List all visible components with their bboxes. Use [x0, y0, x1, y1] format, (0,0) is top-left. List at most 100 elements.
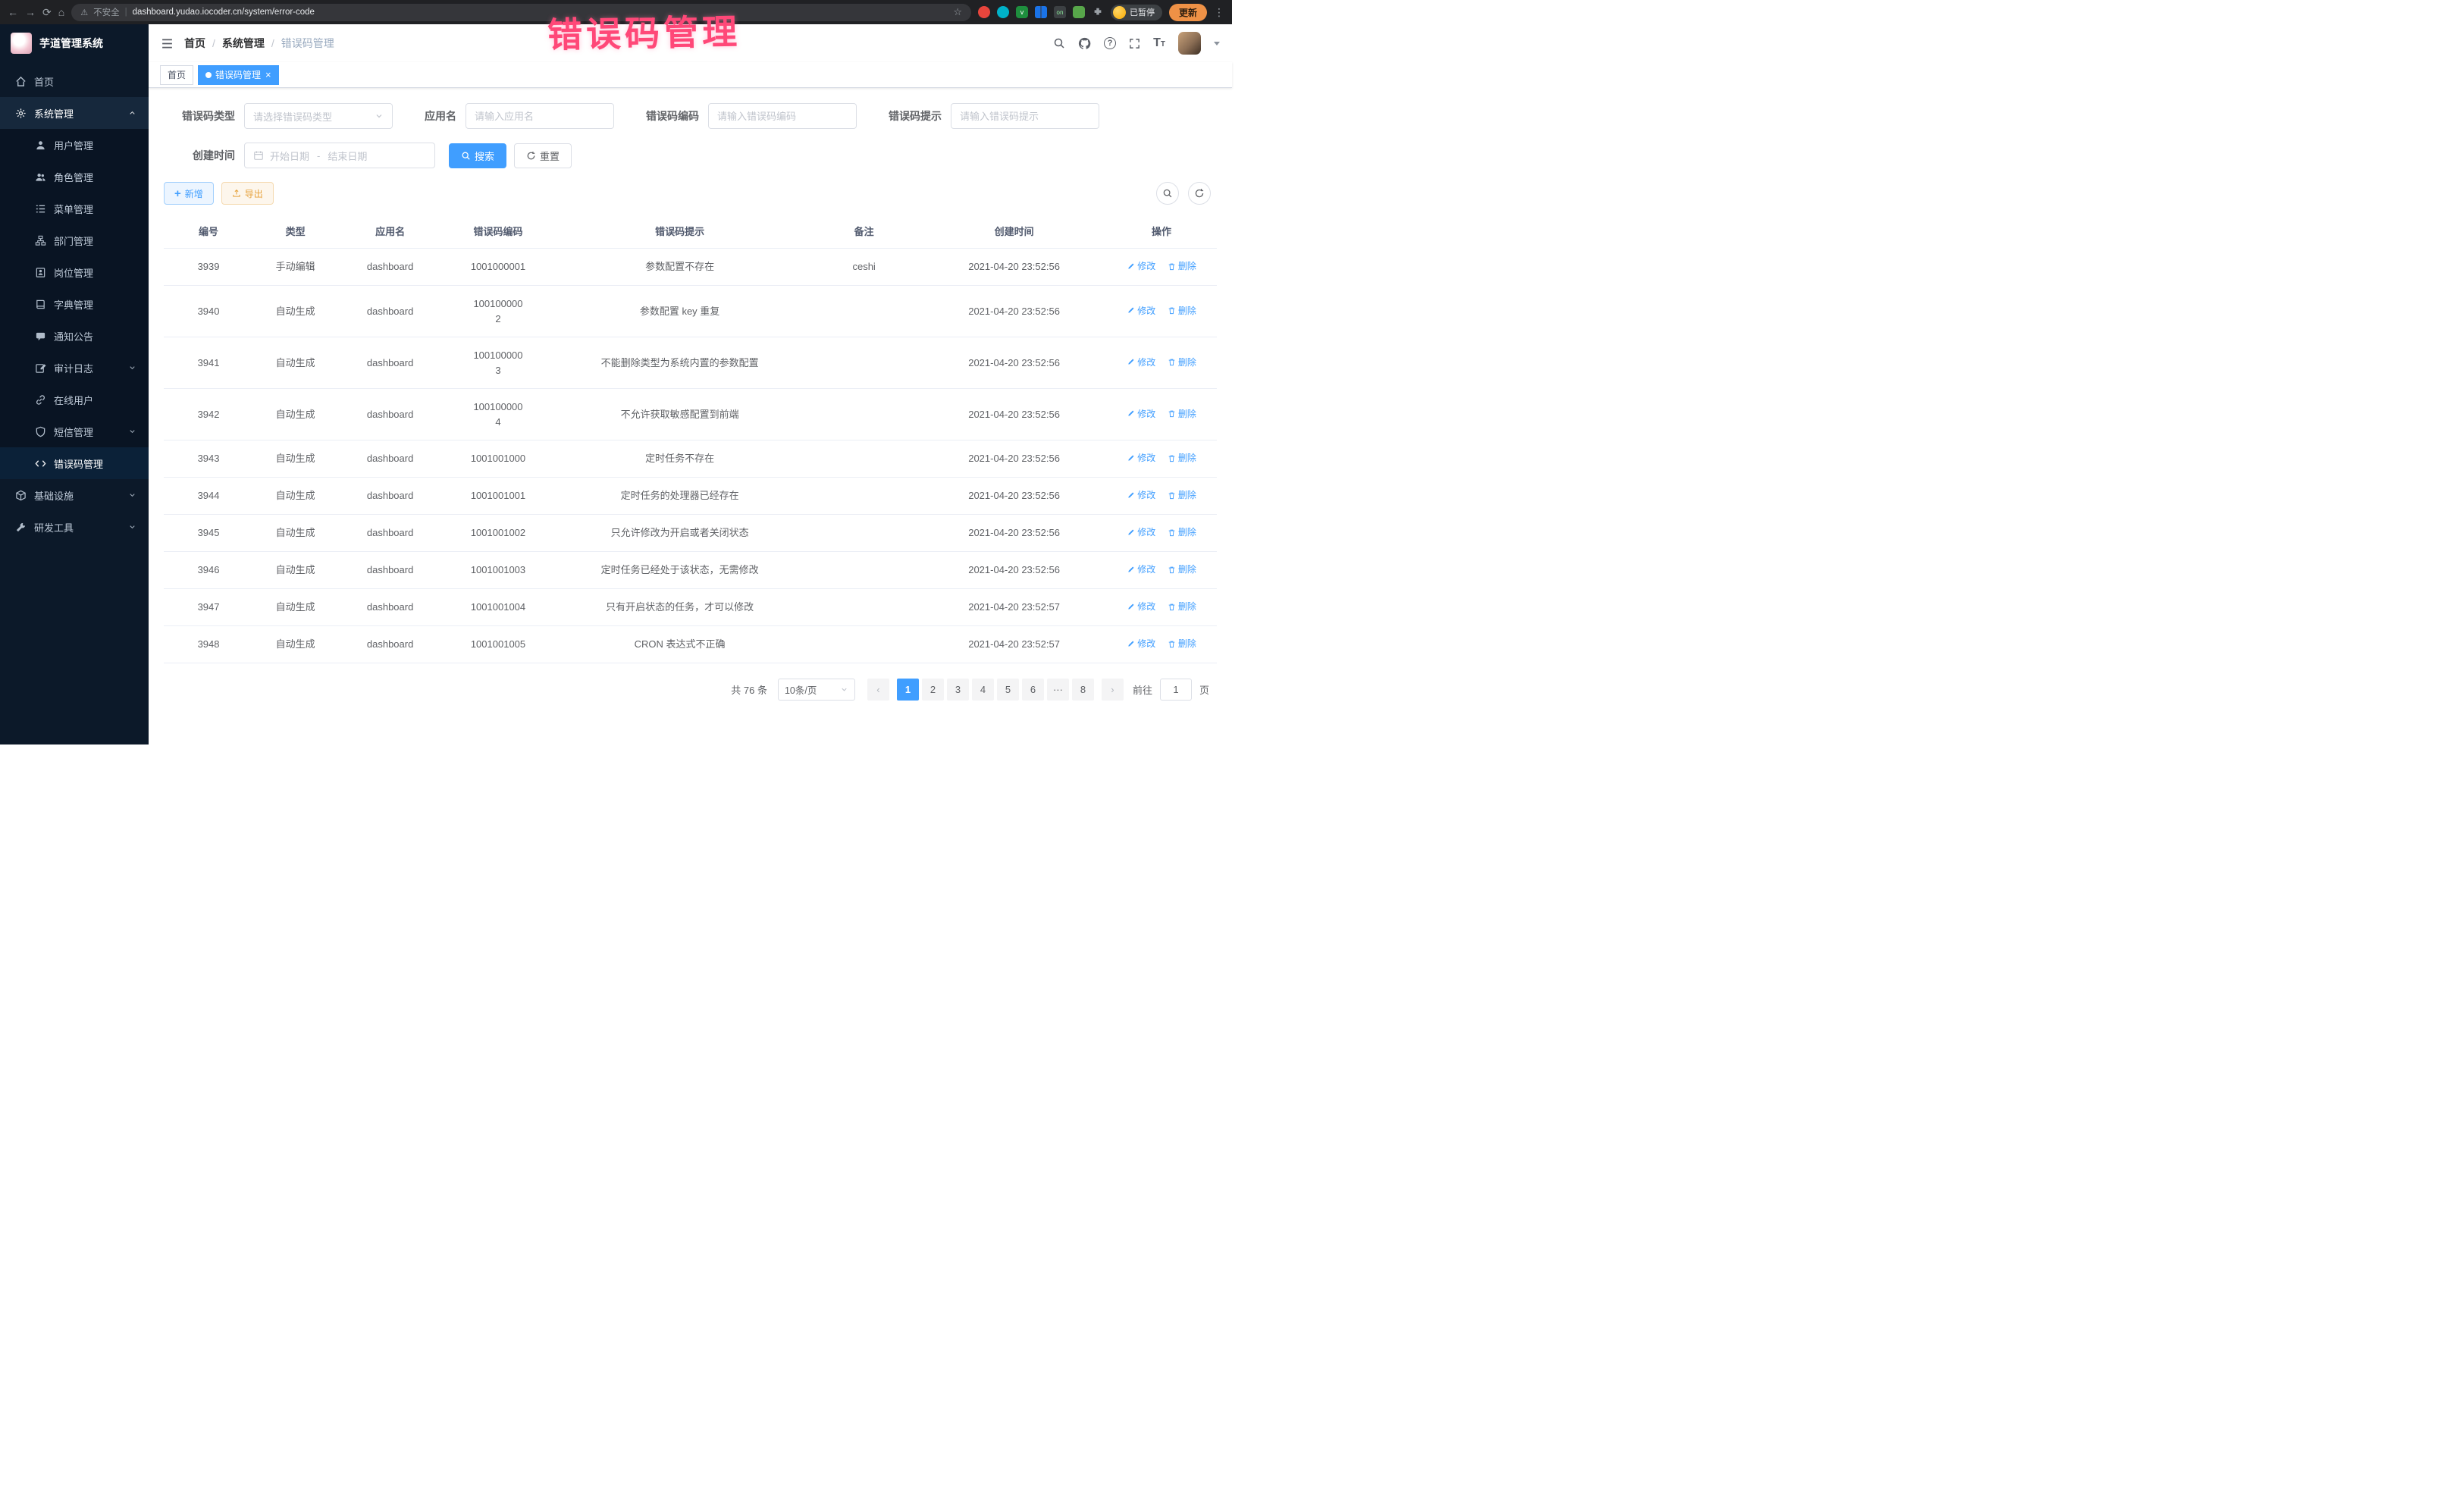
- page-buttons: 123456···8: [895, 679, 1096, 701]
- breadcrumb-current: 错误码管理: [281, 36, 334, 51]
- page-content: 错误码类型 请选择错误码类型 应用名 错误码编码: [149, 88, 1232, 744]
- cell-remark: [806, 389, 922, 440]
- forward-icon[interactable]: →: [25, 7, 36, 17]
- delete-link[interactable]: 删除: [1168, 525, 1196, 539]
- bookmark-star-icon[interactable]: ☆: [953, 6, 962, 18]
- cell-type: 自动生成: [253, 389, 337, 440]
- logo[interactable]: 芋道管理系统: [0, 24, 149, 62]
- edit-link[interactable]: 修改: [1127, 488, 1155, 502]
- sidebar-item[interactable]: 菜单管理: [0, 193, 149, 224]
- edit-link[interactable]: 修改: [1127, 563, 1155, 576]
- cell-type: 自动生成: [253, 478, 337, 515]
- extensions-puzzle-icon[interactable]: [1092, 6, 1104, 18]
- sidebar-item[interactable]: 首页: [0, 65, 149, 97]
- extension-green-check-icon[interactable]: v: [1016, 6, 1028, 18]
- font-size-icon[interactable]: TT: [1153, 36, 1165, 50]
- page-button-4[interactable]: 4: [972, 679, 994, 701]
- delete-link[interactable]: 删除: [1168, 600, 1196, 613]
- delete-link[interactable]: 删除: [1168, 304, 1196, 318]
- prev-page-button[interactable]: ‹: [867, 679, 889, 701]
- browser-menu-icon[interactable]: ⋮: [1214, 7, 1224, 17]
- edit-link[interactable]: 修改: [1127, 259, 1155, 273]
- sidebar-item[interactable]: 研发工具: [0, 511, 149, 543]
- search-icon[interactable]: [1053, 37, 1065, 49]
- sidebar-item[interactable]: 基础设施: [0, 479, 149, 511]
- cell-code: 1001001005: [443, 626, 553, 663]
- hamburger-icon[interactable]: [161, 37, 174, 50]
- export-button[interactable]: 导出: [221, 182, 274, 205]
- page-size-select[interactable]: 10条/页: [778, 679, 855, 701]
- sidebar-item[interactable]: 用户管理: [0, 129, 149, 161]
- sidebar-item-label: 审计日志: [54, 361, 93, 375]
- reload-icon[interactable]: ⟳: [42, 7, 52, 17]
- extension-on-badge-icon[interactable]: on: [1054, 6, 1066, 18]
- sidebar-item[interactable]: 岗位管理: [0, 256, 149, 288]
- security-label[interactable]: 不安全: [93, 6, 120, 18]
- back-icon[interactable]: ←: [8, 7, 18, 17]
- search-button[interactable]: 搜索: [449, 143, 506, 168]
- delete-link[interactable]: 删除: [1168, 407, 1196, 421]
- breadcrumb-home[interactable]: 首页: [184, 36, 205, 51]
- sidebar-item[interactable]: 短信管理: [0, 415, 149, 447]
- sidebar-item[interactable]: 部门管理: [0, 224, 149, 256]
- cell-app: dashboard: [337, 440, 443, 478]
- close-icon[interactable]: ×: [265, 70, 271, 80]
- date-range-picker[interactable]: 开始日期 - 结束日期: [244, 143, 435, 168]
- edit-link[interactable]: 修改: [1127, 637, 1155, 650]
- update-button[interactable]: 更新: [1169, 4, 1207, 21]
- error-code-input[interactable]: [708, 103, 857, 129]
- sidebar-item[interactable]: 在线用户: [0, 384, 149, 415]
- extension-grid-icon[interactable]: [1035, 6, 1047, 18]
- fullscreen-icon[interactable]: [1129, 38, 1140, 49]
- error-type-select[interactable]: 请选择错误码类型: [244, 103, 393, 129]
- extension-teal-icon[interactable]: [997, 6, 1009, 18]
- page-button-1[interactable]: 1: [897, 679, 919, 701]
- add-button[interactable]: + 新增: [164, 182, 214, 205]
- help-icon[interactable]: ?: [1104, 37, 1116, 49]
- next-page-button[interactable]: ›: [1102, 679, 1124, 701]
- goto-page-input[interactable]: [1160, 679, 1192, 701]
- delete-link[interactable]: 删除: [1168, 451, 1196, 465]
- edit-link[interactable]: 修改: [1127, 451, 1155, 465]
- sidebar-item[interactable]: 错误码管理: [0, 447, 149, 479]
- delete-link[interactable]: 删除: [1168, 259, 1196, 273]
- sidebar-item[interactable]: 角色管理: [0, 161, 149, 193]
- delete-link[interactable]: 删除: [1168, 563, 1196, 576]
- refresh-icon[interactable]: [1188, 182, 1211, 205]
- edit-link[interactable]: 修改: [1127, 600, 1155, 613]
- extension-leaf-icon[interactable]: [1073, 6, 1085, 18]
- edit-link[interactable]: 修改: [1127, 356, 1155, 369]
- toggle-search-icon[interactable]: [1156, 182, 1179, 205]
- edit-link[interactable]: 修改: [1127, 407, 1155, 421]
- page-button-6[interactable]: 6: [1022, 679, 1044, 701]
- more-pages-button[interactable]: ···: [1047, 679, 1069, 701]
- page-button-3[interactable]: 3: [947, 679, 969, 701]
- page-button-2[interactable]: 2: [922, 679, 944, 701]
- extension-red-icon[interactable]: [978, 6, 990, 18]
- browser-home-icon[interactable]: ⌂: [58, 7, 64, 17]
- github-icon[interactable]: [1078, 37, 1091, 50]
- caret-down-icon[interactable]: [1214, 42, 1220, 45]
- delete-link[interactable]: 删除: [1168, 356, 1196, 369]
- user-avatar[interactable]: [1178, 32, 1201, 55]
- delete-link[interactable]: 删除: [1168, 488, 1196, 502]
- sidebar-item[interactable]: 通知公告: [0, 320, 149, 352]
- edit-link[interactable]: 修改: [1127, 525, 1155, 539]
- url-text[interactable]: dashboard.yudao.iocoder.cn/system/error-…: [133, 8, 948, 17]
- page-button-8[interactable]: 8: [1072, 679, 1094, 701]
- tab-home[interactable]: 首页: [160, 65, 193, 85]
- reset-button[interactable]: 重置: [514, 143, 572, 168]
- error-hint-input[interactable]: [951, 103, 1099, 129]
- sidebar-item[interactable]: 审计日志: [0, 352, 149, 384]
- breadcrumb-system[interactable]: 系统管理: [222, 36, 265, 51]
- tab-error-code[interactable]: 错误码管理 ×: [198, 65, 279, 85]
- url-bar[interactable]: ⚠ 不安全 | dashboard.yudao.iocoder.cn/syste…: [71, 4, 971, 21]
- sidebar-item[interactable]: 字典管理: [0, 288, 149, 320]
- delete-link[interactable]: 删除: [1168, 637, 1196, 650]
- profile-chip[interactable]: 已暂停: [1111, 5, 1162, 20]
- edit-link[interactable]: 修改: [1127, 304, 1155, 318]
- cell-app: dashboard: [337, 589, 443, 626]
- app-name-input[interactable]: [466, 103, 614, 129]
- sidebar-item[interactable]: 系统管理: [0, 97, 149, 129]
- page-button-5[interactable]: 5: [997, 679, 1019, 701]
